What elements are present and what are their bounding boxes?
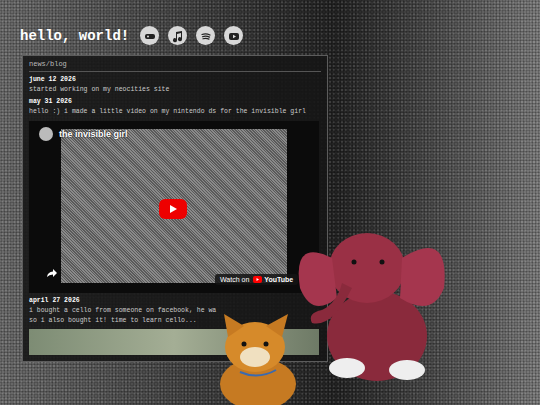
share-icon[interactable] bbox=[47, 265, 57, 283]
youtube-icon[interactable] bbox=[224, 26, 243, 45]
spotify-icon[interactable] bbox=[196, 26, 215, 45]
post-text: hello :) i made a little video on my nin… bbox=[29, 107, 321, 116]
neocities-icon[interactable] bbox=[140, 26, 159, 45]
video-header: the invisible girl bbox=[39, 127, 128, 141]
video-embed[interactable]: the invisible girl Watch on YouTube bbox=[29, 121, 319, 293]
panel-title: news/blog bbox=[29, 59, 321, 72]
video-title[interactable]: the invisible girl bbox=[59, 129, 128, 139]
post-date: june 12 2026 bbox=[29, 75, 321, 84]
fox-plush-photo bbox=[210, 312, 310, 405]
music-note-icon[interactable] bbox=[168, 26, 187, 45]
post-text: started working on my neocities site bbox=[29, 85, 321, 94]
elephant-plush-photo bbox=[292, 218, 452, 398]
news-panel: news/blog june 12 2026started working on … bbox=[22, 55, 328, 362]
watch-on-youtube-button[interactable]: Watch on YouTube bbox=[215, 274, 298, 285]
blog-post: june 12 2026started working on my neocit… bbox=[29, 75, 321, 94]
watch-label: Watch on bbox=[220, 276, 249, 283]
site-header: hello, world! bbox=[20, 26, 540, 45]
youtube-logo-icon: YouTube bbox=[253, 276, 293, 283]
play-icon[interactable] bbox=[159, 199, 187, 219]
post-date: april 27 2026 bbox=[29, 296, 321, 305]
youtube-brand: YouTube bbox=[264, 276, 293, 283]
post-date: may 31 2026 bbox=[29, 97, 321, 106]
blog-post: may 31 2026hello :) i made a little vide… bbox=[29, 97, 321, 293]
channel-avatar[interactable] bbox=[39, 127, 53, 141]
post-text: i bought a cello from someone on faceboo… bbox=[29, 306, 321, 315]
site-title: hello, world! bbox=[20, 28, 129, 44]
